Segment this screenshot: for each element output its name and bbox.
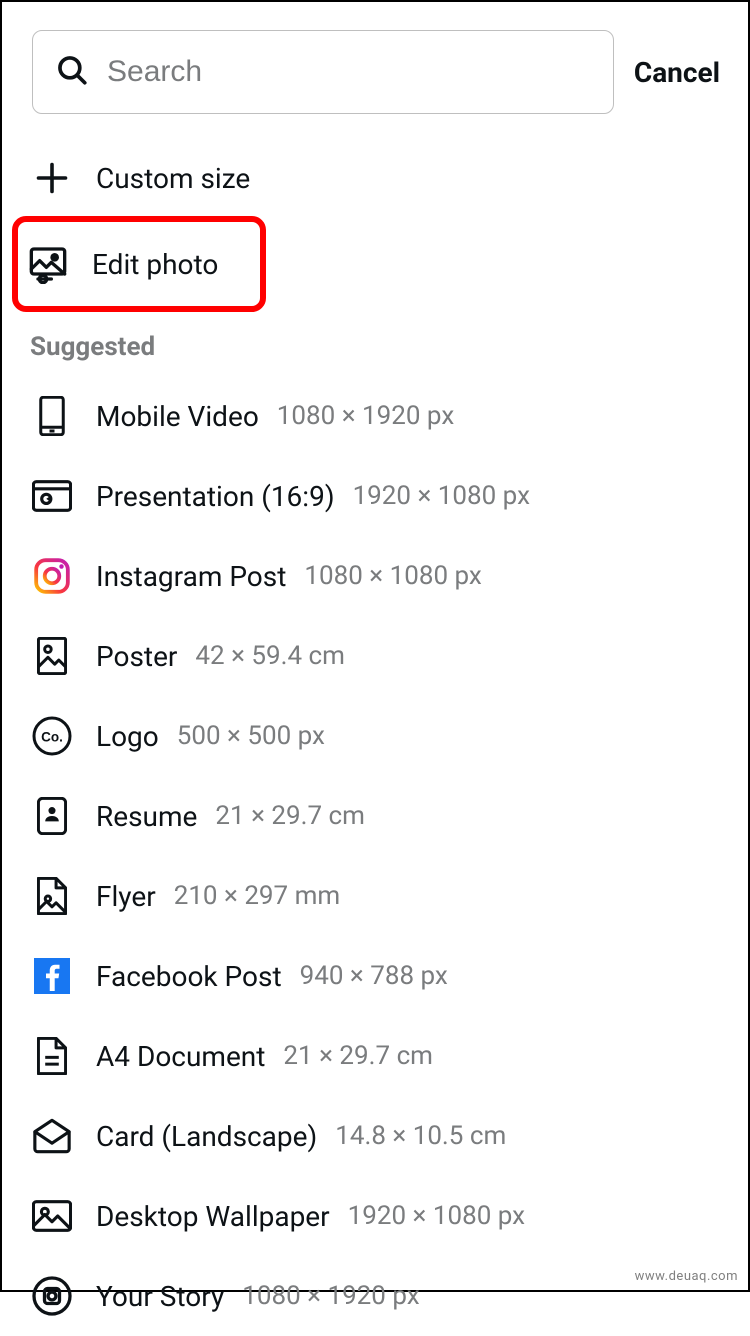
suggested-row-logo[interactable]: Co. Logo 500 × 500 px	[2, 696, 748, 776]
row-label: Poster	[96, 640, 177, 673]
row-label: Logo	[96, 720, 159, 753]
row-dims: 1920 × 1080 px	[348, 1201, 525, 1231]
row-dims: 1080 × 1920 px	[277, 401, 454, 431]
row-label: Flyer	[96, 880, 156, 913]
presentation-icon	[30, 474, 74, 518]
row-dims: 940 × 788 px	[300, 961, 448, 991]
plus-icon	[30, 156, 74, 200]
svg-text:Co.: Co.	[41, 729, 63, 744]
row-label: Resume	[96, 800, 197, 833]
row-dims: 21 × 29.7 cm	[283, 1041, 433, 1071]
row-dims: 14.8 × 10.5 cm	[335, 1121, 506, 1151]
custom-size-row[interactable]: Custom size	[2, 138, 748, 218]
suggested-row-flyer[interactable]: Flyer 210 × 297 mm	[2, 856, 748, 936]
poster-icon	[30, 634, 74, 678]
wallpaper-icon	[30, 1194, 74, 1238]
row-label: Edit photo	[92, 248, 218, 281]
row-label: Card (Landscape)	[96, 1120, 317, 1153]
logo-icon: Co.	[30, 714, 74, 758]
suggested-row-wallpaper[interactable]: Desktop Wallpaper 1920 × 1080 px	[2, 1176, 748, 1256]
photo-edit-icon	[26, 242, 70, 286]
row-label: Facebook Post	[96, 960, 282, 993]
row-label: Custom size	[96, 162, 250, 195]
row-label: A4 Document	[96, 1040, 265, 1073]
suggested-heading: Suggested	[2, 310, 748, 376]
document-icon	[30, 1034, 74, 1078]
suggested-row-mobile-video[interactable]: Mobile Video 1080 × 1920 px	[2, 376, 748, 456]
search-input[interactable]	[107, 55, 591, 89]
search-box[interactable]	[32, 30, 614, 114]
envelope-icon	[30, 1114, 74, 1158]
cancel-button[interactable]: Cancel	[630, 56, 724, 89]
story-icon	[30, 1274, 74, 1318]
row-dims: 42 × 59.4 cm	[195, 641, 345, 671]
instagram-icon	[30, 554, 74, 598]
suggested-row-card[interactable]: Card (Landscape) 14.8 × 10.5 cm	[2, 1096, 748, 1176]
flyer-icon	[30, 874, 74, 918]
row-label: Presentation (16:9)	[96, 480, 335, 513]
suggested-row-facebook[interactable]: Facebook Post 940 × 788 px	[2, 936, 748, 1016]
suggested-row-your-story[interactable]: Your Story 1080 × 1920 px	[2, 1256, 748, 1336]
row-dims: 1080 × 1920 px	[242, 1281, 419, 1311]
row-dims: 21 × 29.7 cm	[215, 801, 365, 831]
mobile-icon	[30, 394, 74, 438]
suggested-row-resume[interactable]: Resume 21 × 29.7 cm	[2, 776, 748, 856]
row-dims: 210 × 297 mm	[174, 881, 341, 911]
search-icon	[55, 53, 89, 91]
row-label: Desktop Wallpaper	[96, 1200, 330, 1233]
facebook-icon	[30, 954, 74, 998]
suggested-row-presentation[interactable]: Presentation (16:9) 1920 × 1080 px	[2, 456, 748, 536]
row-dims: 500 × 500 px	[177, 721, 325, 751]
header: Cancel	[2, 2, 748, 128]
edit-photo-row[interactable]: Edit photo	[14, 218, 264, 310]
row-label: Mobile Video	[96, 400, 259, 433]
watermark: www.deuaq.com	[635, 1269, 738, 1284]
suggested-row-a4[interactable]: A4 Document 21 × 29.7 cm	[2, 1016, 748, 1096]
row-label: Your Story	[96, 1280, 224, 1313]
resume-icon	[30, 794, 74, 838]
row-dims: 1080 × 1080 px	[304, 561, 481, 591]
suggested-row-instagram[interactable]: Instagram Post 1080 × 1080 px	[2, 536, 748, 616]
row-label: Instagram Post	[96, 560, 286, 593]
row-dims: 1920 × 1080 px	[353, 481, 530, 511]
suggested-row-poster[interactable]: Poster 42 × 59.4 cm	[2, 616, 748, 696]
